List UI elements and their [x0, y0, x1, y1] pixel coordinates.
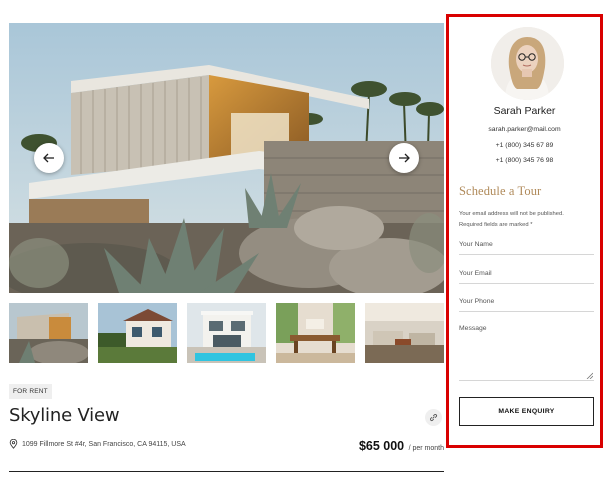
property-main-image[interactable] — [9, 23, 444, 293]
share-link-button[interactable] — [425, 409, 442, 426]
gallery-next-button[interactable] — [389, 143, 419, 173]
form-note-required: Required fields are marked * — [459, 222, 533, 228]
form-note-privacy: Your email address will not be published… — [459, 211, 564, 217]
thumbnail-5[interactable] — [365, 303, 444, 363]
agent-phone-1[interactable]: +1 (800) 345 67 89 — [449, 142, 600, 149]
address-text: 1099 Fillmore St #4r, San Francisco, CA … — [22, 440, 186, 448]
section-divider — [9, 471, 444, 472]
property-page: FOR RENT Skyline View 1099 Fillmore St #… — [0, 0, 608, 492]
email-field[interactable]: Your Email — [459, 270, 594, 284]
agent-name: Sarah Parker — [493, 105, 556, 117]
price-value: $65 000 — [358, 439, 405, 453]
arrow-right-icon — [399, 153, 410, 163]
property-price: $65 000 / per month — [300, 437, 444, 455]
phone-field[interactable]: Your Phone — [459, 298, 594, 312]
message-field[interactable]: Message — [459, 325, 594, 381]
agent-avatar — [491, 27, 564, 100]
map-pin-icon — [9, 439, 18, 449]
agent-phone-2[interactable]: +1 (800) 345 76 98 — [449, 157, 600, 164]
agent-sidebar: Sarah Parker sarah.parker@mail.com +1 (8… — [446, 14, 603, 448]
resize-handle-icon[interactable] — [586, 372, 593, 379]
name-field[interactable]: Your Name — [459, 241, 594, 255]
gallery-prev-button[interactable] — [34, 143, 64, 173]
gallery-thumbnails — [9, 303, 444, 363]
thumbnail-4[interactable] — [276, 303, 355, 363]
link-icon — [429, 413, 438, 422]
thumbnail-3[interactable] — [187, 303, 266, 363]
thumbnail-1[interactable] — [9, 303, 88, 363]
arrow-left-icon — [43, 153, 54, 163]
make-enquiry-button[interactable]: MAKE ENQUIRY — [459, 397, 594, 426]
agent-email[interactable]: sarah.parker@mail.com — [449, 126, 600, 133]
property-title: Skyline View — [9, 405, 120, 426]
schedule-tour-title: Schedule a Tour — [459, 184, 542, 198]
message-placeholder: Message — [459, 325, 487, 332]
price-period: / per month — [408, 445, 444, 452]
status-badge: FOR RENT — [9, 384, 52, 399]
thumbnail-2[interactable] — [98, 303, 177, 363]
property-address: 1099 Fillmore St #4r, San Francisco, CA … — [9, 439, 186, 449]
